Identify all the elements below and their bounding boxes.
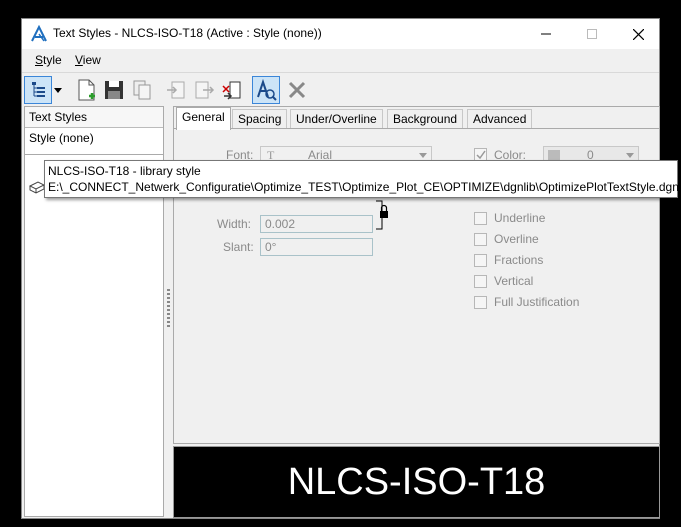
window-title: Text Styles - NLCS-ISO-T18 (Active : Sty… (53, 26, 322, 40)
checkmark-icon (476, 150, 486, 160)
width-label: Width: (217, 217, 252, 231)
maximize-button[interactable] (569, 19, 615, 49)
toolbar (22, 72, 659, 107)
preview-toggle-button[interactable] (252, 76, 280, 104)
color-swatch-icon (548, 150, 560, 160)
menu-bar: Style View (22, 49, 659, 71)
new-style-button[interactable] (72, 76, 100, 104)
width-input[interactable]: 0.002 (260, 215, 373, 233)
update-from-library-button[interactable] (218, 76, 246, 104)
tree-divider (25, 154, 163, 155)
copy-icon (133, 80, 151, 100)
tab-spacing[interactable]: Spacing (232, 109, 288, 129)
chevron-down-icon (626, 153, 634, 158)
tab-advanced[interactable]: Advanced (467, 109, 533, 129)
delete-x-icon (288, 81, 306, 99)
menu-view[interactable]: View (75, 53, 101, 67)
tree-view-icon (32, 82, 45, 97)
text-style-preview: NLCS-ISO-T18 (173, 446, 660, 518)
update-icon (222, 81, 241, 100)
tab-general[interactable]: General (176, 107, 231, 130)
title-bar[interactable]: Text Styles - NLCS-ISO-T18 (Active : Sty… (22, 19, 659, 49)
export-button[interactable] (190, 76, 218, 104)
maximize-icon (587, 29, 597, 39)
text-preview-icon (257, 79, 277, 101)
save-button[interactable] (100, 76, 128, 104)
view-dropdown-arrow[interactable] (52, 76, 64, 104)
close-button[interactable] (615, 19, 661, 49)
microstation-icon (30, 24, 48, 43)
underline-label: Underline (494, 211, 546, 225)
vertical-label: Vertical (494, 274, 534, 288)
style-none-item[interactable]: Style (none) (25, 128, 163, 148)
tooltip-style-name: NLCS-ISO-T18 - library style (48, 164, 201, 178)
hierarchy-view-button[interactable] (24, 76, 52, 104)
library-book-icon (29, 181, 45, 194)
export-icon (195, 81, 215, 99)
menu-style[interactable]: Style (35, 53, 62, 67)
import-button[interactable] (162, 76, 190, 104)
style-properties-panel: General Spacing Under/Overline Backgroun… (173, 106, 660, 444)
library-style-item[interactable] (29, 181, 45, 195)
library-style-tooltip: NLCS-ISO-T18 - library style E:\_CONNECT… (44, 160, 681, 198)
overline-checkbox[interactable] (474, 233, 487, 246)
copy-button[interactable] (128, 76, 156, 104)
chevron-down-icon (419, 153, 427, 158)
minimize-button[interactable] (523, 19, 569, 49)
close-icon (632, 28, 644, 40)
tooltip-library-path: E:\_CONNECT_Netwerk_Configuratie\Optimiz… (48, 180, 681, 194)
fractions-checkbox[interactable] (474, 254, 487, 267)
fractions-label: Fractions (494, 253, 544, 267)
save-icon (105, 81, 123, 99)
chevron-down-icon (54, 87, 62, 93)
delete-button[interactable] (283, 76, 311, 104)
underline-checkbox[interactable] (474, 212, 487, 225)
import-icon (167, 81, 185, 99)
slant-input[interactable]: 0° (260, 238, 373, 256)
slant-label: Slant: (223, 240, 254, 254)
text-styles-window: Text Styles - NLCS-ISO-T18 (Active : Sty… (21, 18, 660, 519)
minimize-icon (541, 33, 551, 35)
tab-under-overline[interactable]: Under/Overline (290, 109, 383, 129)
full-justification-checkbox[interactable] (474, 296, 487, 309)
full-justification-label: Full Justification (494, 295, 580, 309)
aspect-lock-icon[interactable] (376, 199, 390, 235)
styles-tree-header: Text Styles (25, 107, 163, 128)
preview-text: NLCS-ISO-T18 (287, 460, 546, 503)
overline-label: Overline (494, 232, 539, 246)
vertical-checkbox[interactable] (474, 275, 487, 288)
tab-background[interactable]: Background (387, 109, 464, 129)
new-document-icon (78, 79, 95, 101)
panel-splitter-handle[interactable] (167, 289, 170, 329)
